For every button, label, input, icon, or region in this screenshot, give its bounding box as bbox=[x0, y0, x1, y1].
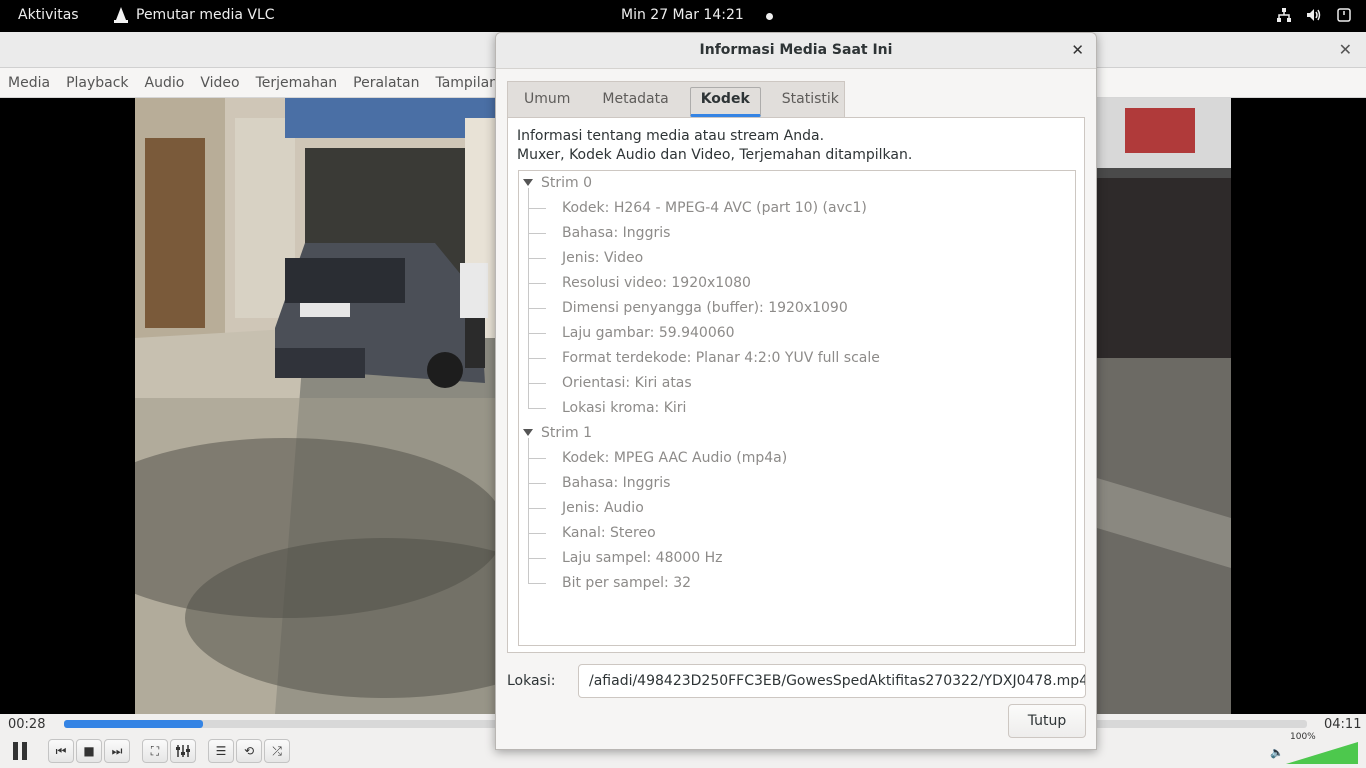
playlist-button[interactable]: ☰ bbox=[208, 739, 234, 763]
dialog-title-bar: Informasi Media Saat Ini ✕ bbox=[496, 33, 1096, 69]
fullscreen-button[interactable]: ⛶ bbox=[142, 739, 168, 763]
expand-arrow-icon[interactable] bbox=[523, 428, 533, 436]
power-icon[interactable] bbox=[1336, 7, 1352, 23]
seek-bar-progress bbox=[64, 720, 204, 728]
stop-button[interactable]: ■ bbox=[76, 739, 102, 763]
volume-label: 100% bbox=[1290, 732, 1316, 742]
equalizer-icon bbox=[176, 745, 190, 757]
close-icon[interactable]: ✕ bbox=[1071, 41, 1084, 59]
pause-icon bbox=[13, 742, 27, 760]
stream-label: Strim 1 bbox=[541, 425, 593, 441]
app-menu[interactable]: Pemutar media VLC bbox=[114, 7, 275, 23]
tree-guide-line bbox=[528, 583, 546, 584]
elapsed-time: 00:28 bbox=[8, 717, 46, 732]
tab-bar: Umum Metadata Kodek Statistik bbox=[507, 81, 845, 117]
tree-item[interactable]: Lokasi kroma: Kiri bbox=[562, 396, 686, 421]
tree-stream-0[interactable]: Strim 0 bbox=[523, 171, 592, 196]
stop-icon: ■ bbox=[83, 744, 95, 758]
tree-guide-line bbox=[528, 283, 546, 284]
tree-item[interactable]: Dimensi penyangga (buffer): 1920x1090 bbox=[562, 296, 848, 321]
tree-item[interactable]: Resolusi video: 1920x1080 bbox=[562, 271, 751, 296]
description-line: Muxer, Kodek Audio dan Video, Terjemahan… bbox=[517, 147, 913, 163]
location-field[interactable]: /afiadi/498423D250FFC3EB/GowesSpedAktifi… bbox=[578, 664, 1086, 698]
shuffle-icon: ⤮ bbox=[272, 743, 282, 758]
notification-dot-icon bbox=[766, 13, 773, 20]
volume-control[interactable]: 🔈 100% bbox=[1270, 732, 1360, 764]
stream-tree[interactable]: Strim 0 Kodek: H264 - MPEG-4 AVC (part 1… bbox=[518, 170, 1076, 646]
previous-button[interactable]: ⏮ bbox=[48, 739, 74, 763]
tree-item[interactable]: Kodek: H264 - MPEG-4 AVC (part 10) (avc1… bbox=[562, 196, 867, 221]
tree-guide-line bbox=[528, 408, 546, 409]
codec-panel: Informasi tentang media atau stream Anda… bbox=[507, 117, 1085, 653]
media-info-dialog: Informasi Media Saat Ini ✕ Umum Metadata… bbox=[495, 32, 1097, 750]
skip-forward-icon: ⏭ bbox=[111, 743, 123, 758]
tree-guide-line bbox=[528, 233, 546, 234]
network-icon[interactable] bbox=[1276, 7, 1292, 23]
playlist-icon: ☰ bbox=[215, 744, 227, 758]
expand-arrow-icon[interactable] bbox=[523, 178, 533, 186]
tree-guide-line bbox=[528, 188, 529, 409]
tab-general[interactable]: Umum bbox=[508, 82, 586, 117]
extended-settings-button[interactable] bbox=[170, 739, 196, 763]
volume-speaker-icon: 🔈 bbox=[1270, 746, 1284, 759]
close-button[interactable]: Tutup bbox=[1008, 704, 1086, 738]
tree-item[interactable]: Laju gambar: 59.940060 bbox=[562, 321, 735, 346]
vlc-cone-icon bbox=[114, 7, 128, 23]
tree-guide-line bbox=[528, 258, 546, 259]
tree-guide-line bbox=[528, 558, 546, 559]
system-top-bar: Aktivitas Pemutar media VLC Min 27 Mar 1… bbox=[0, 0, 1366, 32]
tab-metadata[interactable]: Metadata bbox=[586, 82, 684, 117]
fullscreen-icon: ⛶ bbox=[150, 743, 160, 758]
description-line: Informasi tentang media atau stream Anda… bbox=[517, 128, 825, 144]
location-label: Lokasi: bbox=[507, 673, 556, 689]
tree-guide-line bbox=[528, 208, 546, 209]
tab-codec[interactable]: Kodek bbox=[685, 82, 766, 117]
tree-item[interactable]: Jenis: Video bbox=[562, 246, 643, 271]
dialog-title: Informasi Media Saat Ini bbox=[699, 42, 893, 58]
tab-statistics[interactable]: Statistik bbox=[766, 82, 855, 117]
tree-item[interactable]: Jenis: Audio bbox=[562, 496, 644, 521]
system-tray[interactable] bbox=[1276, 7, 1352, 23]
control-buttons: ⏮ ■ ⏭ ⛶ ☰ ⟲ ⤮ bbox=[6, 738, 292, 764]
tree-guide-line bbox=[528, 383, 546, 384]
tree-guide-line bbox=[528, 533, 546, 534]
volume-icon[interactable] bbox=[1306, 7, 1322, 23]
total-time: 04:11 bbox=[1324, 717, 1362, 732]
tree-item[interactable]: Kodek: MPEG AAC Audio (mp4a) bbox=[562, 446, 787, 471]
tree-item[interactable]: Laju sampel: 48000 Hz bbox=[562, 546, 723, 571]
activities-button[interactable]: Aktivitas bbox=[18, 7, 79, 23]
clock[interactable]: Min 27 Mar 14:21 bbox=[621, 7, 744, 23]
tree-guide-line bbox=[528, 358, 546, 359]
volume-slider[interactable] bbox=[1286, 742, 1358, 764]
tree-stream-1[interactable]: Strim 1 bbox=[523, 421, 592, 446]
tree-guide-line bbox=[528, 458, 546, 459]
menu-tools[interactable]: Peralatan bbox=[345, 68, 427, 98]
tree-item[interactable]: Kanal: Stereo bbox=[562, 521, 656, 546]
tree-item[interactable]: Orientasi: Kiri atas bbox=[562, 371, 692, 396]
menu-audio[interactable]: Audio bbox=[137, 68, 193, 98]
tree-guide-line bbox=[528, 308, 546, 309]
tree-item[interactable]: Format terdekode: Planar 4:2:0 YUV full … bbox=[562, 346, 880, 371]
shuffle-button[interactable]: ⤮ bbox=[264, 739, 290, 763]
app-name: Pemutar media VLC bbox=[136, 7, 275, 23]
skip-back-icon: ⏮ bbox=[55, 743, 67, 758]
codec-description: Informasi tentang media atau stream Anda… bbox=[517, 127, 912, 165]
tree-guide-line bbox=[528, 438, 529, 584]
menu-playback[interactable]: Playback bbox=[58, 68, 136, 98]
tree-guide-line bbox=[528, 483, 546, 484]
tree-item[interactable]: Bahasa: Inggris bbox=[562, 221, 670, 246]
pause-button[interactable] bbox=[6, 738, 34, 764]
menu-video[interactable]: Video bbox=[192, 68, 247, 98]
loop-icon: ⟲ bbox=[243, 744, 255, 758]
tree-item[interactable]: Bit per sampel: 32 bbox=[562, 571, 691, 596]
menu-subtitle[interactable]: Terjemahan bbox=[248, 68, 346, 98]
stream-label: Strim 0 bbox=[541, 175, 593, 191]
close-icon[interactable]: ✕ bbox=[1339, 40, 1352, 59]
loop-button[interactable]: ⟲ bbox=[236, 739, 262, 763]
menu-media[interactable]: Media bbox=[0, 68, 58, 98]
tree-guide-line bbox=[528, 508, 546, 509]
tree-guide-line bbox=[528, 333, 546, 334]
tree-item[interactable]: Bahasa: Inggris bbox=[562, 471, 670, 496]
next-button[interactable]: ⏭ bbox=[104, 739, 130, 763]
